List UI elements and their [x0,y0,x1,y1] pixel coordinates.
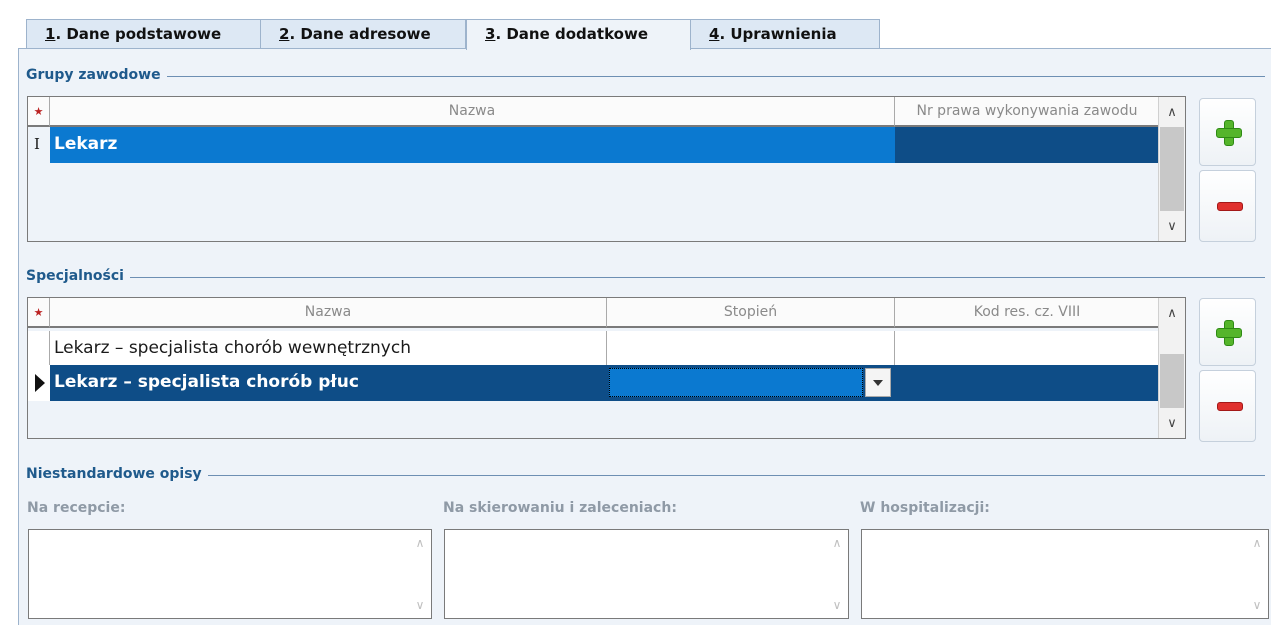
group-divider [26,475,1265,476]
column-header-kod[interactable]: Kod res. cz. VIII [895,298,1160,328]
group-title: Niestandardowe opisy [26,466,208,482]
column-header-stopien[interactable]: Stopień [607,298,895,328]
na-recepcie-textarea[interactable]: ∧ ∨ [28,529,432,619]
required-column-header: ★ [28,298,50,328]
chevron-down-icon[interactable] [865,368,891,397]
group-grupy-zawodowe: Grupy zawodowe [26,67,1265,85]
group-specjalnosci: Specjalności [26,268,1265,286]
tab-label: . Dane podstawowe [55,25,222,43]
scroll-up-icon[interactable]: ∧ [1159,101,1185,125]
column-header-nazwa[interactable]: Nazwa [50,298,607,328]
grupy-scrollbar[interactable]: ∧ ∨ [1158,97,1185,241]
stopien-dropdown-field[interactable] [609,368,863,397]
na-skierowaniu-label: Na skierowaniu i zaleceniach: [443,500,677,516]
group-divider [26,277,1265,278]
specjalnosci-grid[interactable]: ★ Nazwa Stopień Kod res. cz. VIII Lekarz… [27,297,1186,439]
column-header-nazwa[interactable]: Nazwa [50,97,895,127]
row-indicator: I [34,135,40,153]
scroll-down-icon[interactable]: ∨ [409,598,431,612]
minus-icon [1217,402,1243,411]
scroll-up-icon[interactable]: ∧ [409,536,431,550]
required-column-header: ★ [28,97,50,127]
tab-number: 1 [45,25,56,43]
minus-icon [1217,202,1243,211]
na-recepcie-label: Na recepcie: [27,500,126,516]
tab-number: 3 [485,25,496,43]
group-title: Grupy zawodowe [26,67,167,83]
group-niestandardowe-opisy: Niestandardowe opisy [26,466,1265,484]
textarea-scrollbar[interactable]: ∧ ∨ [409,530,431,618]
scroll-up-icon[interactable]: ∧ [1246,536,1268,550]
add-grupa-button[interactable] [1199,98,1256,166]
scroll-thumb[interactable] [1160,354,1184,408]
specjalnosc-row-nazwa[interactable]: Lekarz – specjalista chorób wewnętrznych [50,331,607,367]
w-hospitalizacji-label: W hospitalizacji: [860,500,990,516]
scroll-down-icon[interactable]: ∨ [1246,598,1268,612]
scroll-up-icon[interactable]: ∧ [1159,302,1185,326]
row-indicator-empty [28,331,50,367]
grupy-row-nr-prawa[interactable] [895,127,1160,163]
na-skierowaniu-textarea[interactable]: ∧ ∨ [444,529,849,619]
grupy-grid[interactable]: ★ Nazwa Nr prawa wykonywania zawodu I Le… [27,96,1186,242]
required-marker: ★ [33,306,44,319]
specjalnosci-scrollbar[interactable]: ∧ ∨ [1158,298,1185,438]
w-hospitalizacji-textarea[interactable]: ∧ ∨ [861,529,1269,619]
scroll-down-icon[interactable]: ∨ [826,598,848,612]
plus-icon [1216,120,1242,146]
stopien-dropdown-cell[interactable] [607,365,895,401]
tab-number: 2 [279,25,290,43]
scroll-up-icon[interactable]: ∧ [826,536,848,550]
row-pointer-icon [28,365,50,401]
textarea-scrollbar[interactable]: ∧ ∨ [1246,530,1268,618]
tab-label: . Uprawnienia [719,25,837,43]
tab-label: . Dane dodatkowe [495,25,648,43]
specjalnosc-row-stopien[interactable] [607,331,895,367]
column-header-nr-prawa[interactable]: Nr prawa wykonywania zawodu [895,97,1160,127]
tab-dane-adresowe[interactable]: 2. Dane adresowe [260,19,466,48]
specjalnosc-row-nazwa[interactable]: Lekarz – specjalista chorób płuc [50,365,607,401]
group-divider [26,76,1265,77]
plus-icon [1216,320,1242,346]
scroll-down-icon[interactable]: ∨ [1159,412,1185,436]
tab-uprawnienia[interactable]: 4. Uprawnienia [690,19,880,48]
scroll-thumb[interactable] [1160,127,1184,211]
tab-dane-podstawowe[interactable]: 1. Dane podstawowe [26,19,261,48]
group-title: Specjalności [26,268,130,284]
tab-dane-dodatkowe[interactable]: 3. Dane dodatkowe [466,19,691,50]
specjalnosc-row-kod[interactable] [895,331,1160,367]
tab-number: 4 [709,25,720,43]
grupy-row-nazwa[interactable]: Lekarz [50,127,895,163]
specjalnosc-row-kod[interactable] [895,365,1160,401]
textarea-scrollbar[interactable]: ∧ ∨ [826,530,848,618]
remove-grupa-button[interactable] [1199,170,1256,242]
tab-label: . Dane adresowe [289,25,431,43]
required-marker: ★ [33,105,44,118]
remove-specjalnosc-button[interactable] [1199,370,1256,442]
scroll-down-icon[interactable]: ∨ [1159,215,1185,239]
add-specjalnosc-button[interactable] [1199,298,1256,366]
